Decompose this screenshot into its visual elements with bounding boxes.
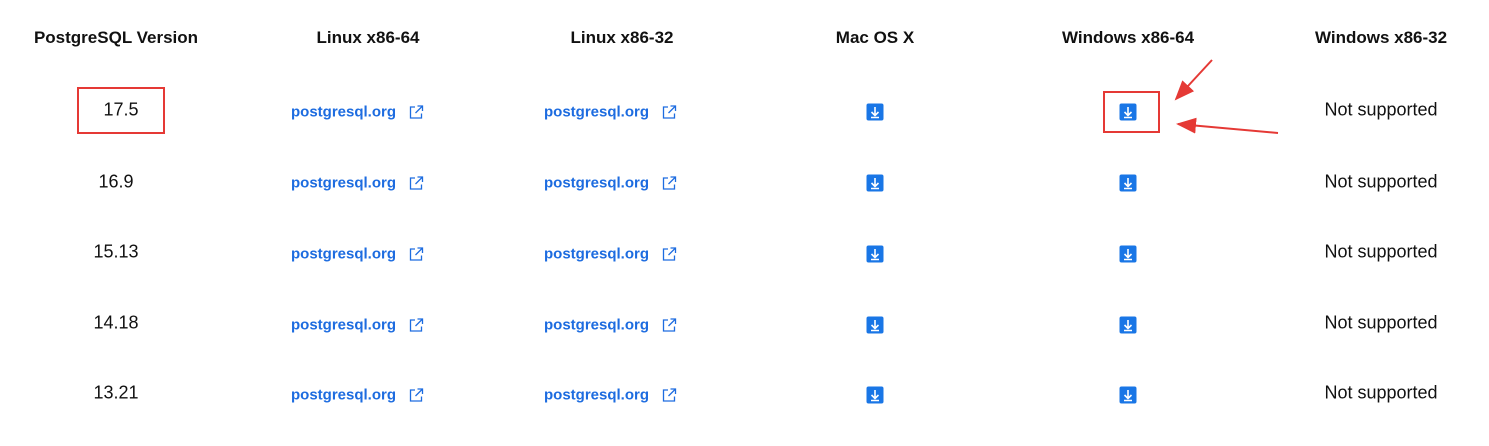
header-postgresql-version: PostgreSQL Version <box>33 28 199 47</box>
linux32-download-link[interactable]: postgresql.org <box>544 175 677 192</box>
win64-download-icon[interactable] <box>1119 174 1137 192</box>
header-linux-x86-32: Linux x86-32 <box>570 28 674 47</box>
win32-status: Not supported <box>1324 312 1438 333</box>
linux64-download-link[interactable]: postgresql.org <box>291 175 424 192</box>
link-label: postgresql.org <box>291 103 397 121</box>
external-link-icon <box>662 387 677 402</box>
mac-download-icon[interactable] <box>866 386 884 404</box>
external-link-icon <box>662 104 677 119</box>
external-link-icon <box>409 175 424 190</box>
external-link-icon <box>409 317 424 332</box>
win32-status: Not supported <box>1324 382 1438 403</box>
linux32-download-link[interactable]: postgresql.org <box>544 246 677 263</box>
linux32-download-link[interactable]: postgresql.org <box>544 317 677 334</box>
version-cell: 14.18 <box>93 312 139 333</box>
external-link-icon <box>409 246 424 261</box>
link-label: postgresql.org <box>544 103 650 121</box>
link-label: postgresql.org <box>291 386 397 404</box>
link-label: postgresql.org <box>291 316 397 334</box>
linux64-download-link[interactable]: postgresql.org <box>291 387 424 404</box>
link-label: postgresql.org <box>291 245 397 263</box>
external-link-icon <box>662 246 677 261</box>
linux64-download-link[interactable]: postgresql.org <box>291 317 424 334</box>
linux32-download-link[interactable]: postgresql.org <box>544 104 677 121</box>
link-label: postgresql.org <box>544 386 650 404</box>
downloads-table: PostgreSQL Version Linux x86-64 Linux x8… <box>0 0 1489 446</box>
external-link-icon <box>409 104 424 119</box>
win64-download-icon[interactable] <box>1119 386 1137 404</box>
link-label: postgresql.org <box>544 245 650 263</box>
download-highlight-box <box>1103 91 1160 133</box>
header-mac-os-x: Mac OS X <box>835 28 915 47</box>
link-label: postgresql.org <box>291 174 397 192</box>
version-cell: 13.21 <box>93 382 139 403</box>
mac-download-icon[interactable] <box>866 103 884 121</box>
header-windows-x86-64: Windows x86-64 <box>1061 28 1195 47</box>
linux64-download-link[interactable]: postgresql.org <box>291 104 424 121</box>
external-link-icon <box>662 317 677 332</box>
linux64-download-link[interactable]: postgresql.org <box>291 246 424 263</box>
header-linux-x86-64: Linux x86-64 <box>316 28 420 47</box>
mac-download-icon[interactable] <box>866 245 884 263</box>
version-highlight-box <box>77 87 165 134</box>
linux32-download-link[interactable]: postgresql.org <box>544 387 677 404</box>
external-link-icon <box>662 175 677 190</box>
external-link-icon <box>409 387 424 402</box>
mac-download-icon[interactable] <box>866 316 884 334</box>
win32-status: Not supported <box>1324 171 1438 192</box>
link-label: postgresql.org <box>544 316 650 334</box>
version-cell: 15.13 <box>93 241 139 262</box>
header-windows-x86-32: Windows x86-32 <box>1314 28 1448 47</box>
version-cell: 16.9 <box>98 171 134 192</box>
win32-status: Not supported <box>1324 99 1438 120</box>
win32-status: Not supported <box>1324 241 1438 262</box>
win64-download-icon[interactable] <box>1119 316 1137 334</box>
win64-download-icon[interactable] <box>1119 245 1137 263</box>
mac-download-icon[interactable] <box>866 174 884 192</box>
link-label: postgresql.org <box>544 174 650 192</box>
